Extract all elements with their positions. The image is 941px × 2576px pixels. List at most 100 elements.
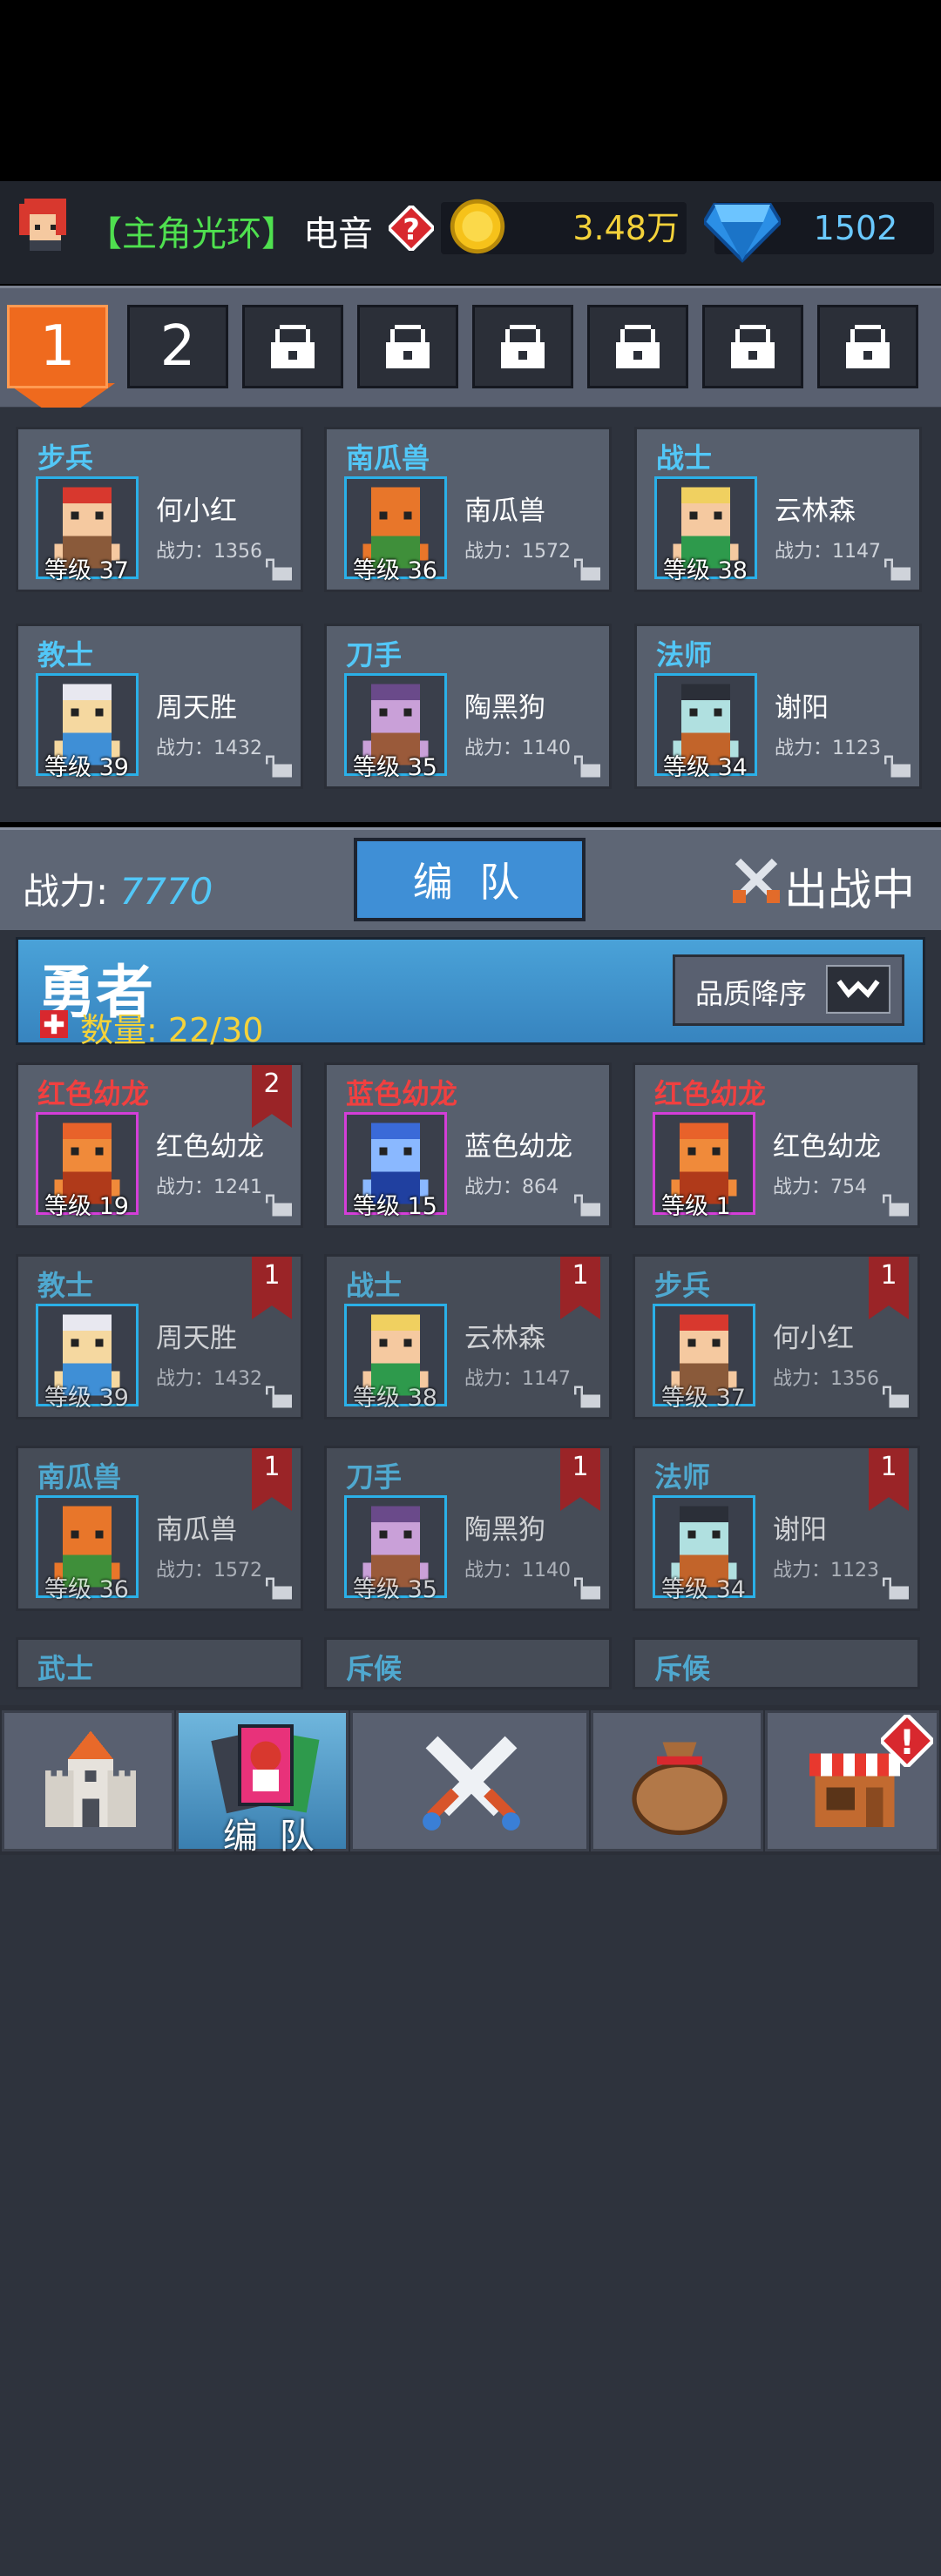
hero-class: 南瓜兽 — [346, 442, 430, 475]
party-hero-card[interactable]: 战士 等级 38 云林森 战力：1147 — [634, 427, 922, 592]
hero-class: 战士 — [656, 442, 713, 475]
nav-battle[interactable] — [350, 1710, 589, 1851]
hero-portrait — [653, 1687, 755, 1689]
party-hero-card[interactable]: 南瓜兽 等级 36 南瓜兽 战力：1572 — [324, 427, 612, 592]
hero-portrait — [36, 1687, 139, 1689]
team-tab-locked[interactable] — [472, 305, 573, 388]
hero-card[interactable]: 刀手 等级 35 陶黑狗 战力：1140 1 — [324, 1446, 612, 1611]
party-hero-card[interactable]: 刀手 等级 35 陶黑狗 战力：1140 — [324, 624, 612, 789]
hero-power: 战力：1147 — [775, 541, 881, 563]
add-plus-icon[interactable] — [40, 1010, 68, 1038]
team-tab-locked[interactable] — [242, 305, 343, 388]
team-tab-locked[interactable] — [817, 305, 918, 388]
lock-toggle-icon[interactable] — [266, 558, 292, 581]
hero-card[interactable]: 红色幼龙 等级 19 红色幼龙 战力：1241 2 — [16, 1062, 303, 1228]
hero-card[interactable]: 战士 等级 38 云林森 战力：1147 1 — [324, 1254, 612, 1419]
lock-toggle-icon[interactable] — [574, 558, 600, 581]
chevron-down-icon[interactable] — [826, 965, 890, 1014]
hero-name: 何小红 — [773, 1323, 854, 1354]
hero-portrait — [344, 1687, 447, 1689]
lock-toggle-icon[interactable] — [574, 1577, 600, 1600]
hero-class: 教士 — [37, 638, 94, 671]
hero-class: 刀手 — [346, 638, 403, 671]
hero-class: 红色幼龙 — [37, 1077, 150, 1110]
team-tab-2[interactable]: 2 — [127, 305, 228, 388]
hero-level: 等级 38 — [353, 1385, 437, 1412]
hero-name: 云林森 — [775, 496, 856, 527]
aura-name: 电音 — [303, 214, 373, 254]
team-tab-locked[interactable] — [587, 305, 688, 388]
hero-power: 战力：1356 — [156, 541, 262, 563]
hero-level: 等级 35 — [353, 1576, 437, 1603]
lock-toggle-icon[interactable] — [266, 755, 292, 778]
hero-class: 蓝色幼龙 — [346, 1077, 458, 1110]
hero-power: 战力：754 — [773, 1177, 867, 1198]
crossed-swords-icon — [733, 858, 780, 903]
hero-card[interactable]: 蓝色幼龙 等级 15 蓝色幼龙 战力：864 — [324, 1062, 612, 1228]
formation-button[interactable]: 编 队 — [354, 838, 586, 921]
nav-bag[interactable] — [591, 1710, 763, 1851]
hero-class: 步兵 — [654, 1269, 711, 1302]
team-tab-locked[interactable] — [702, 305, 803, 388]
badge-number: 1 — [572, 1452, 589, 1482]
hero-name: 红色幼龙 — [773, 1131, 881, 1163]
lock-toggle-icon[interactable] — [883, 1194, 909, 1217]
lock-toggle-icon[interactable] — [883, 1386, 909, 1408]
lock-toggle-icon[interactable] — [574, 1386, 600, 1408]
party-hero-card[interactable]: 教士 等级 39 周天胜 战力：1432 — [16, 624, 303, 789]
hero-card[interactable]: 红色幼龙 等级 1 红色幼龙 战力：754 — [633, 1062, 920, 1228]
badge-number: 2 — [263, 1069, 281, 1099]
badge-number: 1 — [880, 1260, 897, 1291]
nav-shop[interactable]: ! — [765, 1710, 939, 1851]
hero-card[interactable]: 教士 等级 39 周天胜 战力：1432 1 — [16, 1254, 303, 1419]
badge-number: 1 — [572, 1260, 589, 1291]
hero-class: 南瓜兽 — [37, 1460, 122, 1494]
hero-count: 数量: 22/30 — [80, 1003, 263, 1051]
hero-power: 战力：1140 — [464, 1560, 571, 1581]
lock-toggle-icon[interactable] — [266, 1386, 292, 1408]
party-hero-card[interactable]: 法师 等级 34 谢阳 战力：1123 — [634, 624, 922, 789]
nav-formation-label: 编 队 — [223, 1817, 320, 1857]
hero-card[interactable]: 南瓜兽 等级 36 南瓜兽 战力：1572 1 — [16, 1446, 303, 1611]
padlock-icon — [731, 325, 775, 368]
hero-card[interactable]: 法师 等级 34 谢阳 战力：1123 1 — [633, 1446, 920, 1611]
hero-card[interactable]: 斥候 — [324, 1637, 612, 1689]
party-hero-card[interactable]: 步兵 等级 37 何小红 战力：1356 — [16, 427, 303, 592]
lock-toggle-icon[interactable] — [266, 1194, 292, 1217]
lock-toggle-icon[interactable] — [574, 1194, 600, 1217]
svg-text:!: ! — [899, 1723, 915, 1763]
hero-class: 步兵 — [37, 442, 94, 475]
hero-card[interactable]: 斥候 — [633, 1637, 920, 1689]
padlock-icon — [271, 325, 315, 368]
battle-status: 出战中 — [784, 865, 915, 915]
lock-toggle-icon[interactable] — [884, 755, 911, 778]
aura-bracket-label: 【主角光环】 — [87, 214, 296, 254]
hero-name: 谢阳 — [775, 692, 829, 724]
hero-name: 南瓜兽 — [156, 1514, 237, 1546]
hero-power: 战力：1123 — [773, 1560, 879, 1581]
hero-cards-icon — [211, 1724, 320, 1814]
hero-name: 周天胜 — [156, 1323, 237, 1354]
hero-card[interactable]: 步兵 等级 37 何小红 战力：1356 1 — [633, 1254, 920, 1419]
badge-number: 1 — [263, 1260, 281, 1291]
team-tab-locked[interactable] — [357, 305, 458, 388]
lock-toggle-icon[interactable] — [883, 1577, 909, 1600]
total-power-value: 7770 — [119, 870, 213, 913]
protagonist-aura[interactable]: 【主角光环】 电音 — [87, 197, 436, 265]
lock-toggle-icon[interactable] — [266, 1577, 292, 1600]
hero-class: 斥候 — [654, 1652, 711, 1685]
hero-class: 教士 — [37, 1269, 94, 1302]
hero-card[interactable]: 武士 — [16, 1637, 303, 1689]
hero-level: 等级 37 — [44, 557, 129, 584]
diamond-gem-icon — [704, 203, 781, 263]
team-tab-1[interactable]: 1 — [7, 305, 108, 388]
hero-level: 等级 1 — [661, 1193, 731, 1220]
hero-class: 战士 — [346, 1269, 403, 1302]
lock-toggle-icon[interactable] — [884, 558, 911, 581]
hero-class: 武士 — [37, 1652, 94, 1685]
help-question-icon[interactable]: ? — [389, 206, 434, 251]
player-avatar-icon[interactable] — [14, 193, 77, 256]
lock-toggle-icon[interactable] — [574, 755, 600, 778]
nav-castle[interactable] — [2, 1710, 174, 1851]
hero-class: 法师 — [654, 1460, 711, 1494]
